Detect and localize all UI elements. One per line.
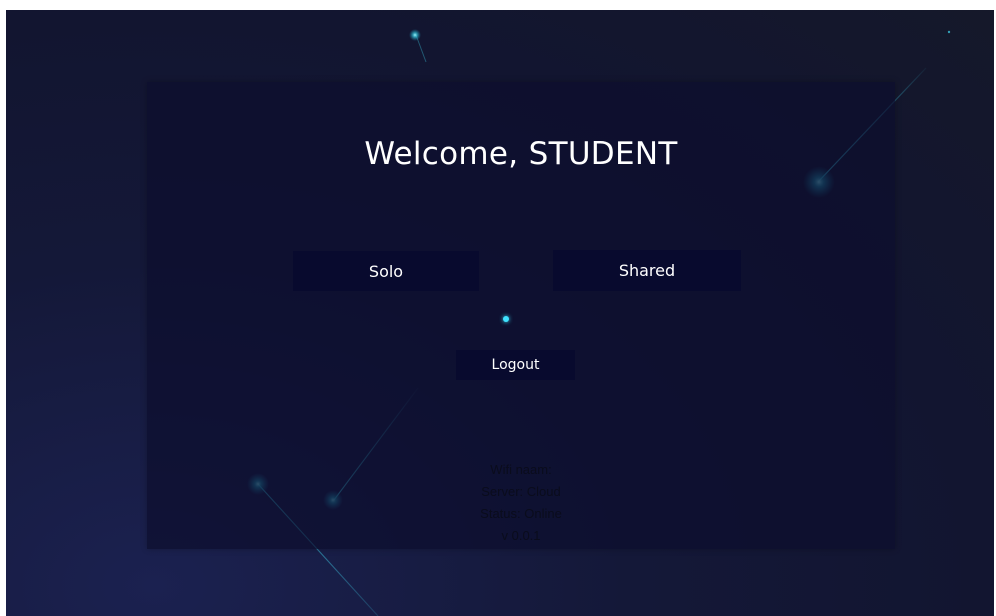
welcome-title: Welcome, STUDENT xyxy=(364,136,678,172)
shared-button[interactable]: Shared xyxy=(553,250,741,291)
status-text: Status: Online xyxy=(480,506,562,521)
version-text: v 0.0.1 xyxy=(501,528,541,543)
app-frame: Welcome, STUDENT Solo Shared Logout Wifi… xyxy=(0,0,996,616)
app-viewport: Welcome, STUDENT Solo Shared Logout Wifi… xyxy=(6,10,994,616)
shooting-star-glow xyxy=(409,29,421,41)
logout-button[interactable]: Logout xyxy=(456,350,575,380)
wifi-name-text: Wifi naam: xyxy=(490,462,552,477)
solo-button[interactable]: Solo xyxy=(293,251,479,291)
loading-dot-icon xyxy=(503,316,509,322)
main-menu-panel: Welcome, STUDENT Solo Shared Logout Wifi… xyxy=(147,82,895,549)
connection-info: Wifi naam: Server: Cloud Status: Online … xyxy=(147,459,895,547)
server-text: Server: Cloud xyxy=(481,484,561,499)
